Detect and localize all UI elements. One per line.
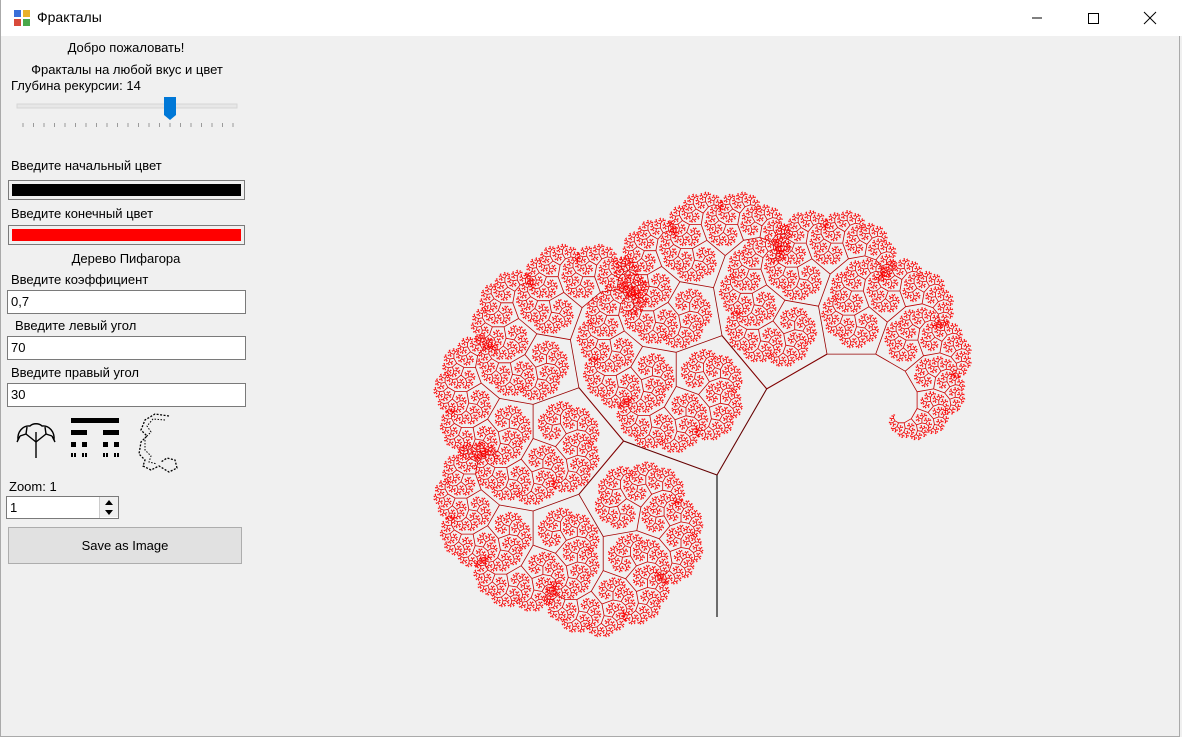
- fractal-branch-level: [480, 239, 924, 592]
- app-icon: [13, 9, 31, 27]
- end-color-swatch: [12, 229, 241, 241]
- cantor-set-icon[interactable]: [69, 416, 121, 460]
- fractal-branch-level: [436, 195, 968, 634]
- start-color-label: Введите начальный цвет: [11, 158, 162, 173]
- fractal-branches: [436, 195, 968, 634]
- close-icon: [1143, 11, 1157, 25]
- coefficient-input[interactable]: 0,7: [7, 290, 246, 314]
- subtitle-label: Фракталы на любой вкус и цвет: [31, 62, 223, 77]
- fractal-branch-level: [578, 335, 828, 495]
- end-color-picker[interactable]: [8, 225, 245, 245]
- fractal-branch-level: [439, 197, 966, 631]
- fractal-branch-level: [499, 255, 906, 571]
- window-title: Фракталы: [37, 9, 102, 25]
- fractal-name-label: Дерево Пифагора: [71, 251, 181, 266]
- fractal-branches: [455, 213, 952, 616]
- left-angle-label: Введите левый угол: [15, 318, 137, 333]
- dragon-curve-icon[interactable]: [135, 410, 183, 474]
- fractal-branches: [435, 193, 970, 636]
- fractal-branch-level: [433, 191, 972, 638]
- slider-thumb[interactable]: [164, 97, 176, 120]
- zoom-down-button[interactable]: [100, 507, 118, 517]
- fractal-branch-level: [532, 287, 876, 537]
- slider-track: [16, 103, 238, 109]
- end-color-label: Введите конечный цвет: [11, 206, 154, 221]
- left-angle-input[interactable]: 70: [7, 336, 246, 360]
- fractal-branches: [434, 192, 971, 637]
- fractal-branch-level: [443, 201, 962, 628]
- fractal-branches: [499, 255, 906, 571]
- app-window: Фракталы Добро пожаловать! Фракталы на л…: [0, 0, 1182, 737]
- title-bar: Фракталы: [1, 0, 1182, 36]
- fractal-branch-level: [466, 224, 940, 605]
- save-as-image-button[interactable]: Save as Image: [8, 527, 242, 564]
- zoom-stepper[interactable]: 1: [6, 496, 119, 519]
- fractal-branches: [578, 335, 828, 495]
- right-angle-label: Введите правый угол: [11, 365, 139, 380]
- fractal-branches: [480, 239, 924, 592]
- start-color-swatch: [12, 184, 241, 196]
- chevron-up-icon: [105, 499, 113, 505]
- fractal-branch-level: [623, 388, 768, 476]
- fractal-branches: [443, 201, 962, 628]
- fractal-branch-level: [455, 213, 952, 616]
- coefficient-label: Введите коэффициент: [11, 272, 149, 287]
- minimize-icon: [1032, 17, 1042, 19]
- fractal-branch-level: [434, 192, 971, 637]
- right-angle-input[interactable]: 30: [7, 383, 246, 407]
- depth-label: Глубина рекурсии: 14: [11, 78, 141, 93]
- fractal-branches: [433, 191, 972, 638]
- close-button[interactable]: [1127, 0, 1173, 36]
- maximize-icon: [1088, 13, 1099, 24]
- chevron-down-icon: [105, 509, 113, 515]
- depth-slider[interactable]: [15, 95, 241, 131]
- fractal-branches: [466, 224, 940, 605]
- minimize-button[interactable]: [1014, 0, 1060, 36]
- maximize-button[interactable]: [1070, 0, 1116, 36]
- welcome-label: Добро пожаловать!: [67, 40, 185, 55]
- fractal-branches: [623, 388, 768, 476]
- fractal-branch-level: [435, 193, 970, 636]
- fractal-branches: [532, 287, 876, 537]
- zoom-label: Zoom: 1: [9, 479, 57, 494]
- tree-icon[interactable]: [15, 420, 57, 460]
- fractal-branch-level: [447, 206, 957, 624]
- fractal-branches: [447, 206, 957, 624]
- start-color-picker[interactable]: [8, 180, 245, 200]
- fractal-branches: [439, 197, 966, 631]
- zoom-value: 1: [10, 500, 18, 515]
